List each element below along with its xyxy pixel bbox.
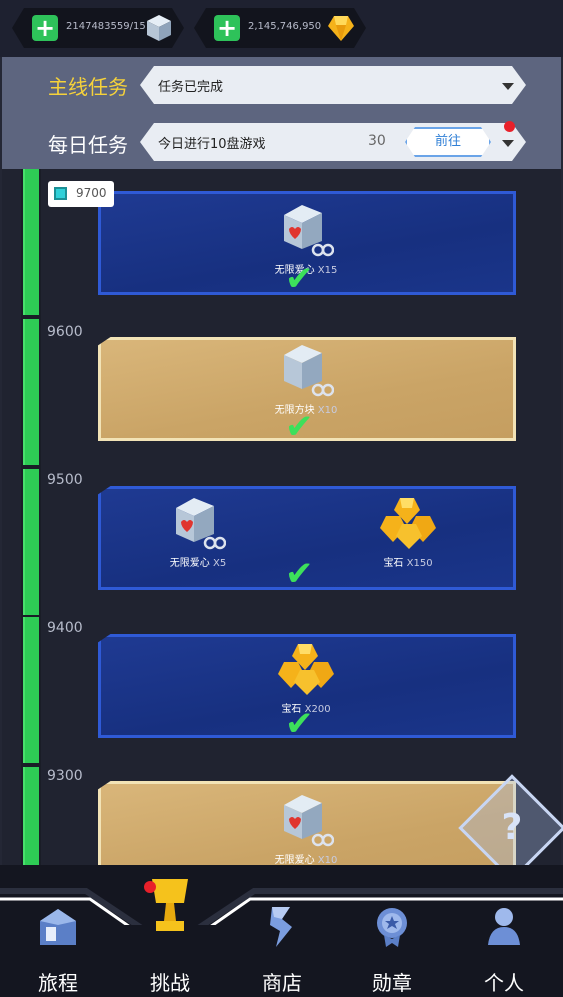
reward-card[interactable]: 无限爱心 X5 宝石 X150 ✔: [98, 486, 516, 594]
plus-icon[interactable]: +: [214, 15, 240, 41]
reward-item: 无限方块 X10: [266, 341, 346, 416]
heart-cube-icon: [284, 795, 335, 847]
gem-icon: [380, 498, 436, 549]
chevron-down-icon[interactable]: [502, 83, 514, 90]
gem-icon: [278, 644, 334, 695]
daily-task-box[interactable]: 今日进行10盘游戏 30 前往: [140, 123, 526, 161]
daily-task-count: 30: [368, 133, 386, 149]
level-label: 9400: [47, 620, 83, 636]
progress-segment: [23, 319, 39, 465]
main-task-label: 主线任务: [48, 75, 128, 99]
marker-icon: [54, 187, 67, 200]
check-icon: ✔: [285, 554, 314, 594]
progress-marker: 9700: [48, 181, 114, 207]
gem-resource: + 2,145,746,950: [194, 8, 366, 48]
check-icon: ✔: [285, 704, 314, 744]
reward-name: 无限爱心: [169, 558, 210, 569]
nav-label: 旅程: [38, 971, 78, 995]
reward-qty: X15: [317, 265, 338, 276]
chevron-down-icon[interactable]: [502, 140, 514, 147]
reward-item: 无限爱心 X5: [158, 494, 238, 569]
nav-label: 挑战: [150, 971, 190, 995]
progress-segment: [23, 617, 39, 763]
main-task-status: 任务已完成: [158, 80, 224, 95]
marker-value: 9700: [76, 186, 107, 200]
nav-challenge[interactable]: 挑战: [120, 865, 220, 997]
progress-segment: [23, 469, 39, 615]
level-label: 9600: [47, 324, 83, 340]
game-screen: + 2147483559/15 + 2,145,746,950 主线任务 任务已…: [0, 0, 563, 997]
gem-icon: [326, 13, 356, 43]
reward-qty: X10: [317, 405, 338, 416]
heart-cube-icon: [284, 205, 335, 257]
shop-icon: [270, 907, 292, 947]
trophy-icon: [144, 879, 188, 931]
heart-cube-icon: [176, 498, 227, 550]
resource-bar: + 2147483559/15 + 2,145,746,950: [0, 0, 563, 57]
gem-resource-value: 2,145,746,950: [248, 21, 322, 32]
reward-card[interactable]: 无限爱心 X15 ✔: [98, 191, 516, 299]
cube-resource-value: 2147483559/15: [66, 21, 146, 32]
nav-journey[interactable]: 旅程: [8, 865, 108, 997]
reward-name: 无限爱心: [274, 855, 315, 865]
progress-segment: [23, 767, 39, 865]
house-icon: [40, 909, 76, 945]
daily-task-label: 每日任务: [48, 133, 128, 157]
plus-icon[interactable]: +: [32, 15, 58, 41]
cube-icon: [284, 345, 335, 397]
reward-card[interactable]: 无限爱心 X10: [98, 781, 516, 865]
main-task-box[interactable]: 任务已完成: [140, 66, 526, 104]
check-icon: ✔: [285, 259, 314, 299]
nav-medal[interactable]: 勋章: [342, 865, 442, 997]
level-label: 9500: [47, 472, 83, 488]
reward-qty: X5: [212, 558, 227, 569]
reward-item: 无限爱心 X10: [266, 791, 346, 865]
nav-label: 商店: [262, 971, 302, 995]
check-icon: ✔: [285, 407, 314, 447]
question-icon: ?: [501, 807, 523, 848]
reward-card[interactable]: 宝石 X200 ✔: [98, 634, 516, 744]
reward-name: 宝石: [383, 558, 404, 569]
nav-shop[interactable]: 商店: [232, 865, 332, 997]
progress-segment: [23, 169, 39, 315]
person-icon: [488, 908, 520, 945]
challenge-list[interactable]: 9600 9500 9400 9300 无限爱心 X15 ✔ 9700 无限方块…: [2, 169, 561, 865]
nav-label: 勋章: [372, 971, 412, 995]
nav-label: 个人: [484, 971, 524, 995]
notification-dot: [504, 121, 515, 132]
reward-item: 宝石 X150: [368, 494, 448, 569]
bottom-nav: 旅程 挑战 商店 勋章 个人: [0, 865, 563, 997]
reward-card[interactable]: 无限方块 X10 ✔: [98, 337, 516, 447]
level-label: 9300: [47, 768, 83, 784]
nav-profile[interactable]: 个人: [454, 865, 554, 997]
goto-button[interactable]: 前往: [405, 127, 491, 157]
daily-task-text: 今日进行10盘游戏: [158, 137, 266, 152]
medal-icon: [377, 908, 407, 947]
cube-resource: + 2147483559/15: [12, 8, 184, 48]
reward-qty: X150: [406, 558, 433, 569]
task-panel: 主线任务 任务已完成 每日任务 今日进行10盘游戏 30 前往: [2, 57, 561, 169]
reward-qty: X10: [317, 855, 338, 865]
cube-icon: [144, 13, 174, 43]
